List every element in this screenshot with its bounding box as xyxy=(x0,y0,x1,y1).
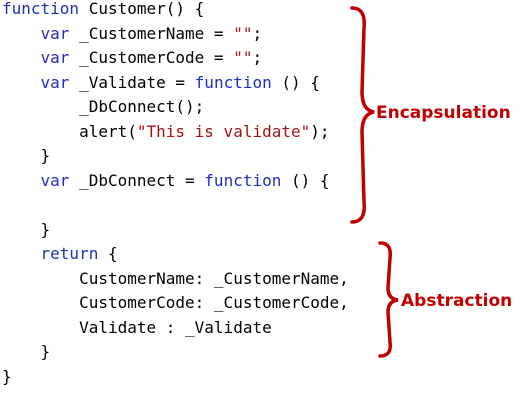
encapsulation-label: Encapsulation xyxy=(376,103,511,123)
encapsulation-brace xyxy=(350,6,375,224)
abstraction-brace xyxy=(378,241,399,358)
braces-overlay xyxy=(350,6,399,358)
abstraction-label: Abstraction xyxy=(401,291,513,311)
